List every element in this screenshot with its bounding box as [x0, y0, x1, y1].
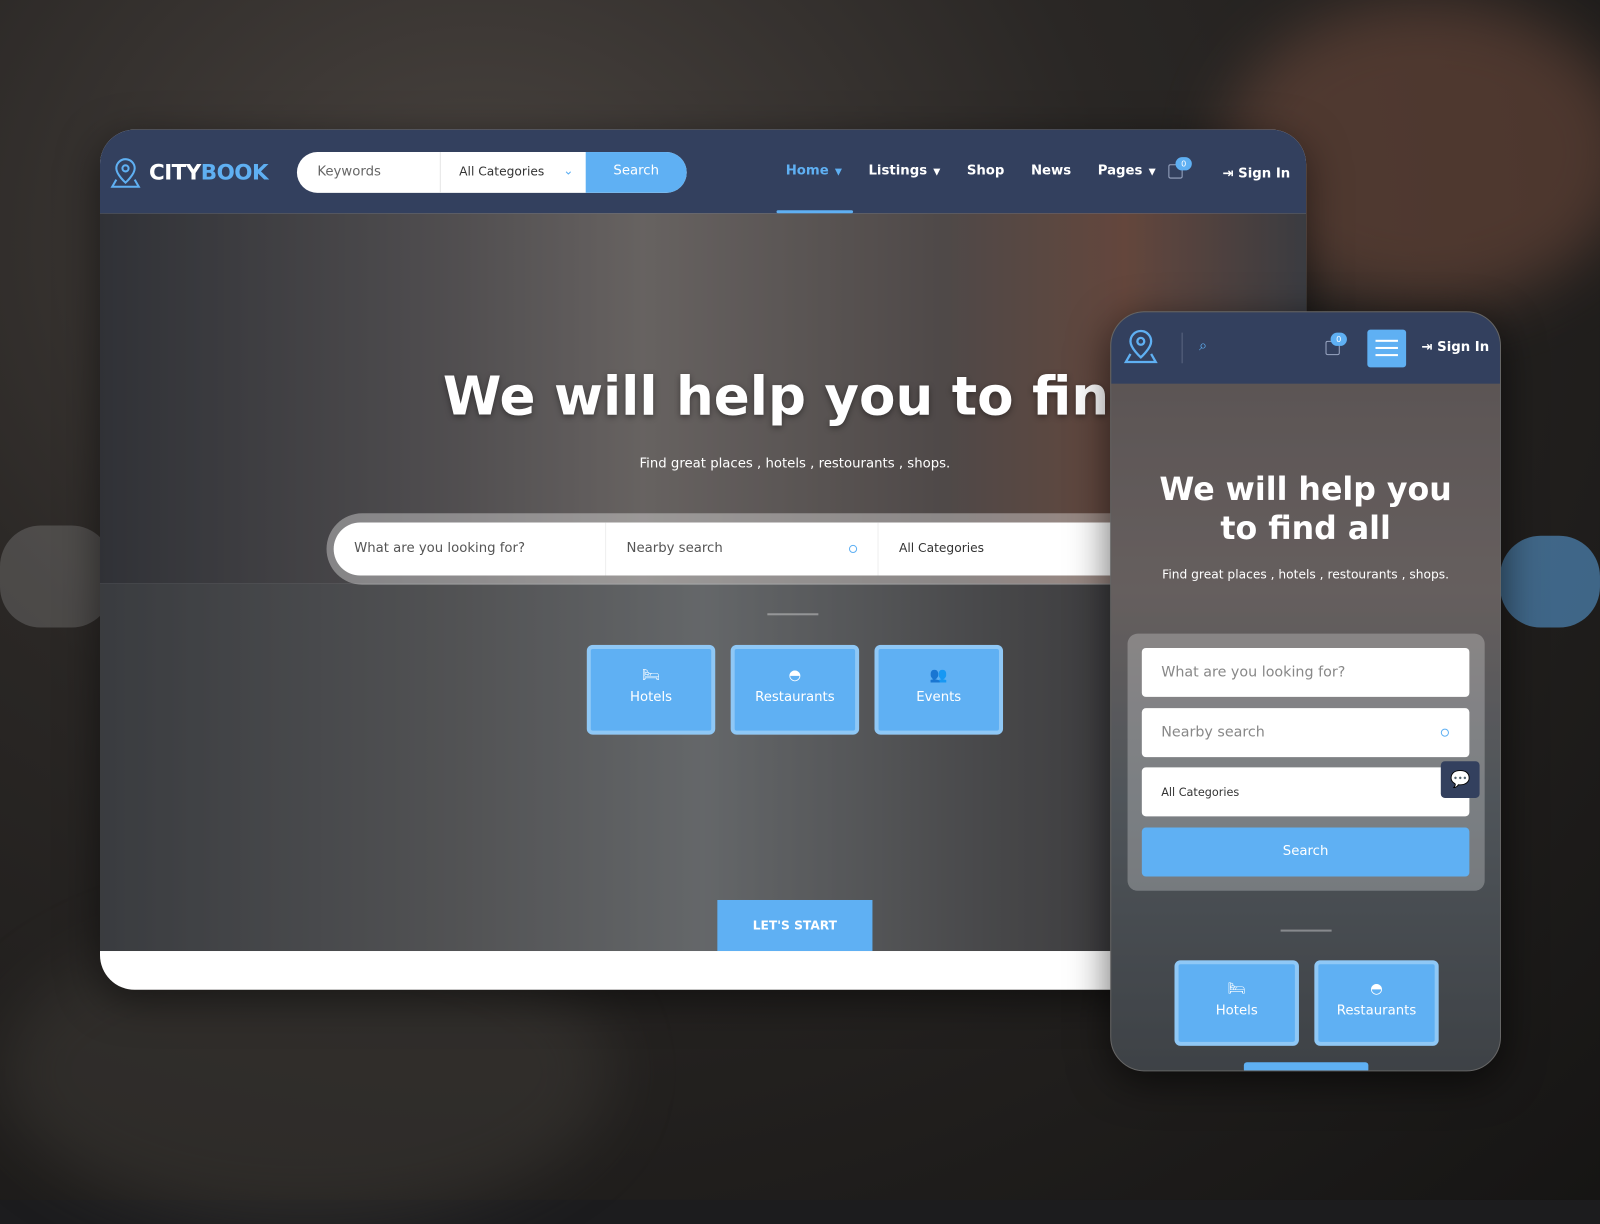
nearby-input[interactable]: Nearby search	[606, 522, 879, 576]
cloche-icon: ◓	[1370, 980, 1383, 997]
mobile-navbar: ⌕ 0 ⇥ Sign In	[1111, 312, 1500, 384]
active-menu-indicator	[776, 210, 854, 214]
logo-text: CITY	[148, 160, 201, 185]
category-hotels[interactable]: 🛏 Hotels	[586, 644, 716, 735]
keywords-input[interactable]: Keywords	[297, 152, 441, 193]
caret-down-icon: ▼	[933, 167, 941, 178]
cart-badge: 0	[1175, 157, 1192, 171]
category-select[interactable]: All Categories ⌄	[441, 152, 586, 193]
menu-home[interactable]: Home ▼	[786, 163, 842, 178]
category-hotels[interactable]: 🛏 Hotels	[1174, 960, 1299, 1046]
map-pin-icon	[110, 158, 141, 188]
sign-in-link[interactable]: ⇥ Sign In	[1222, 166, 1290, 181]
category-restaurants[interactable]: ◓ Restaurants	[730, 644, 860, 735]
mobile-what-input[interactable]: What are you looking for?	[1141, 647, 1470, 697]
location-icon	[848, 544, 858, 554]
header-search: Keywords All Categories ⌄ Search	[296, 152, 687, 193]
lets-start-button[interactable]: LET'S START	[717, 899, 873, 952]
menu-news[interactable]: News	[1031, 163, 1071, 178]
cloche-icon: ◓	[788, 667, 802, 684]
bed-icon: 🛏	[641, 667, 661, 684]
category-restaurants[interactable]: ◓ Restaurants	[1314, 960, 1439, 1046]
divider	[767, 613, 819, 616]
navbar: CITYBOOK Keywords All Categories ⌄ Search…	[99, 129, 1307, 214]
location-icon	[1440, 728, 1449, 737]
mobile-hero-subtitle: Find great places , hotels , restourants…	[1162, 567, 1450, 582]
sign-in-icon: ⇥	[1421, 339, 1438, 356]
mobile-hero-title: We will help you to find all	[1159, 471, 1452, 547]
mobile-search-form: What are you looking for? Nearby search …	[1127, 633, 1485, 891]
caret-down-icon: ▼	[834, 167, 842, 178]
category-events[interactable]: 👥 Events	[874, 644, 1004, 735]
logo[interactable]: CITYBOOK	[110, 156, 269, 189]
mobile-nearby-input[interactable]: Nearby search	[1141, 708, 1470, 758]
menu-pages[interactable]: Pages ▼	[1098, 163, 1156, 178]
mobile-category-buttons: 🛏 Hotels ◓ Restaurants	[1174, 960, 1439, 1046]
main-menu: Home ▼ Listings ▼ Shop News Pages ▼	[786, 163, 1156, 178]
mobile-category-select[interactable]: All Categories	[1141, 767, 1470, 817]
chat-icon[interactable]: 💬	[1440, 761, 1480, 798]
map-pin-icon[interactable]	[1123, 328, 1158, 365]
divider	[1280, 929, 1332, 932]
chevron-down-icon: ⌄	[563, 163, 574, 178]
bed-icon: 🛏	[1227, 980, 1246, 997]
hero-title: We will help you to find a	[442, 366, 1202, 428]
category-value: All Categories	[459, 164, 545, 179]
mobile-mockup: ⌕ 0 ⇥ Sign In We will help you to find a…	[1110, 311, 1502, 1072]
hero-category-select[interactable]: All Categories	[879, 522, 1005, 575]
cart-badge: 0	[1330, 332, 1347, 346]
showcase-background: CITYBOOK Keywords All Categories ⌄ Search…	[0, 0, 1600, 1224]
users-icon: 👥	[929, 667, 948, 684]
blurred-button-ghost	[1499, 535, 1600, 628]
menu-listings[interactable]: Listings ▼	[868, 163, 940, 178]
mobile-sign-in-link[interactable]: ⇥ Sign In	[1421, 340, 1489, 355]
logo-text-accent: BOOK	[200, 160, 269, 185]
menu-shop[interactable]: Shop	[967, 163, 1005, 178]
caret-down-icon: ▼	[1148, 167, 1156, 178]
category-buttons: 🛏 Hotels ◓ Restaurants 👥 Events	[586, 644, 1004, 735]
sign-in-icon: ⇥	[1222, 166, 1239, 182]
hamburger-menu-icon[interactable]	[1367, 329, 1407, 368]
search-icon[interactable]: ⌕	[1199, 338, 1207, 354]
mobile-search-button[interactable]: Search	[1141, 827, 1470, 877]
blurred-search-ghost	[0, 525, 113, 628]
search-button[interactable]: Search	[585, 152, 687, 193]
mobile-start-button-partial[interactable]	[1243, 1062, 1369, 1071]
what-input[interactable]: What are you looking for?	[334, 522, 607, 576]
